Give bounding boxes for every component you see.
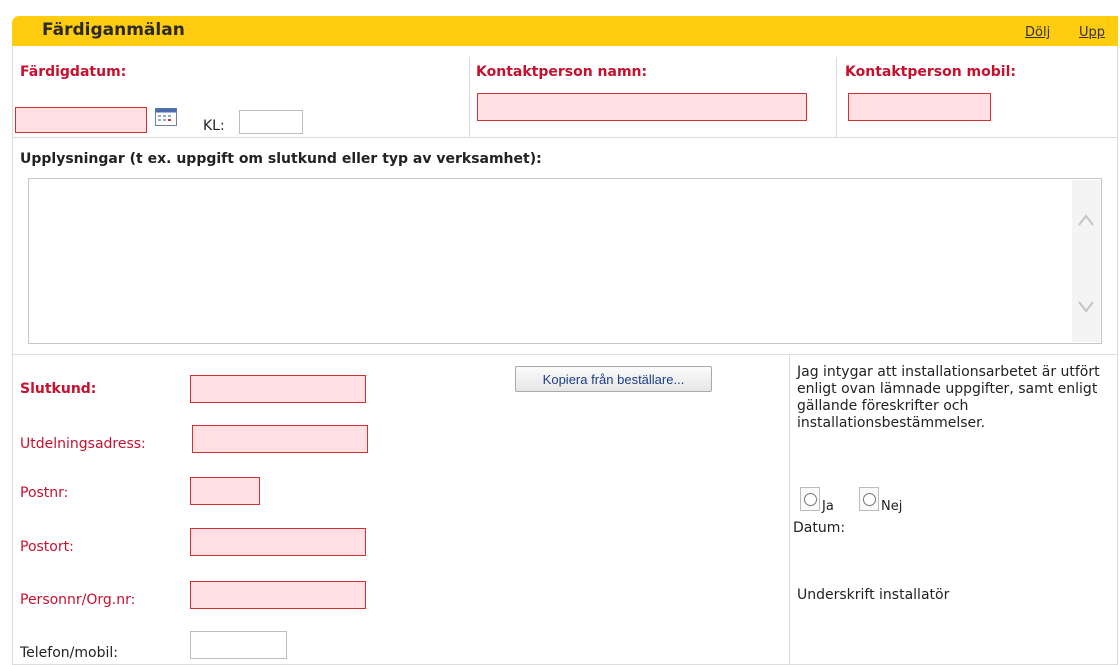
left-border	[12, 46, 13, 665]
cert-date-label: Datum:	[793, 520, 846, 536]
yes-label: Ja	[822, 499, 834, 514]
postal-code-label: Postnr:	[20, 485, 69, 501]
hide-link[interactable]: Dölj	[1025, 25, 1050, 40]
completion-date-label: Färdigdatum:	[20, 64, 127, 80]
time-input[interactable]	[239, 110, 303, 134]
scroll-down-icon[interactable]	[1077, 300, 1095, 318]
row-divider	[12, 137, 1118, 138]
scroll-up-icon[interactable]	[1077, 213, 1095, 231]
end-customer-label: Slutkund:	[20, 381, 97, 397]
row-divider	[12, 354, 1118, 355]
info-label: Upplysningar (t ex. uppgift om slutkund …	[20, 151, 542, 167]
contact-name-label: Kontaktperson namn:	[476, 64, 648, 80]
completion-date-input[interactable]	[15, 107, 147, 133]
time-label: KL:	[203, 118, 225, 134]
yes-radio[interactable]	[800, 487, 820, 511]
up-link[interactable]: Upp	[1079, 25, 1105, 40]
postal-code-input[interactable]	[190, 477, 260, 505]
phone-input[interactable]	[190, 631, 287, 659]
city-input[interactable]	[190, 528, 366, 556]
divider	[836, 57, 837, 137]
contact-mobile-label: Kontaktperson mobil:	[845, 64, 1016, 80]
divider	[789, 354, 790, 665]
right-border	[1117, 46, 1118, 665]
end-customer-input[interactable]	[190, 375, 366, 403]
id-number-label: Personnr/Org.nr:	[20, 592, 136, 608]
contact-mobile-input[interactable]	[848, 93, 991, 121]
signature-label: Underskrift installatör	[797, 587, 950, 603]
phone-label: Telefon/mobil:	[20, 645, 118, 661]
copy-from-orderer-button[interactable]: Kopiera från beställare...	[515, 366, 712, 392]
calendar-icon[interactable]	[155, 108, 177, 130]
divider	[469, 57, 470, 137]
no-label: Nej	[881, 499, 903, 514]
certification-text: Jag intygar att installationsarbetet är …	[797, 364, 1100, 431]
section-title: Färdiganmälan	[42, 20, 185, 40]
no-radio[interactable]	[859, 487, 879, 511]
id-number-input[interactable]	[190, 581, 366, 609]
address-label: Utdelningsadress:	[20, 436, 146, 452]
address-input[interactable]	[192, 425, 368, 453]
info-textarea[interactable]	[28, 178, 1102, 344]
contact-name-input[interactable]	[477, 93, 807, 121]
city-label: Postort:	[20, 539, 74, 555]
